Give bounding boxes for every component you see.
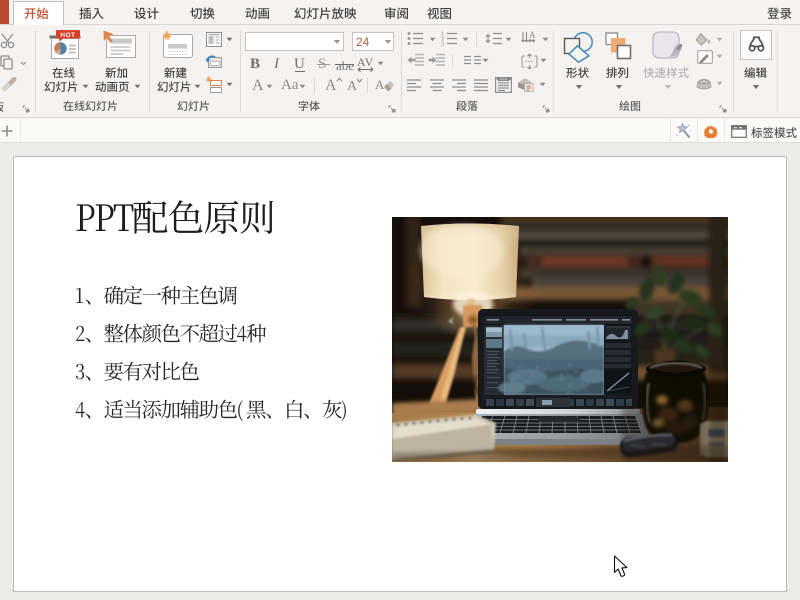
svg-text:A: A <box>375 77 385 92</box>
svg-text:3: 3 <box>441 42 444 46</box>
svg-text:HOT: HOT <box>60 32 75 39</box>
svg-text:A: A <box>529 31 536 40</box>
